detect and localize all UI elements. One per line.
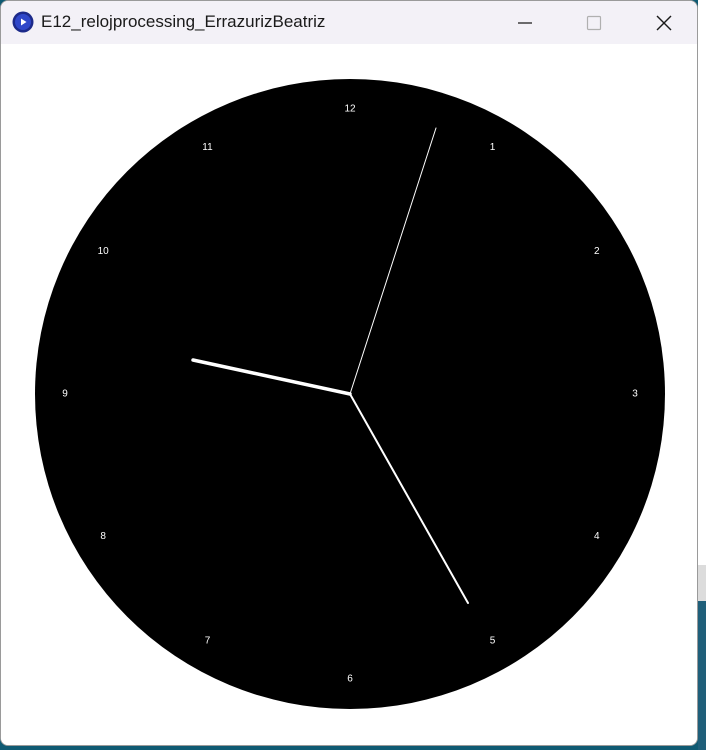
clock-number: 10 xyxy=(98,246,110,257)
close-icon xyxy=(656,15,672,30)
analog-clock: 121234567891011 xyxy=(35,79,665,709)
app-window: E12_relojprocessing_ErrazurizBeatriz 12 1… xyxy=(0,0,698,746)
clock-number: 2 xyxy=(594,246,600,257)
clock-number: 12 xyxy=(344,104,356,115)
processing-app-icon xyxy=(12,11,34,33)
minimize-button[interactable] xyxy=(490,1,560,44)
title-bar[interactable]: E12_relojprocessing_ErrazurizBeatriz xyxy=(1,1,697,44)
sketch-canvas[interactable]: 12 1 2 3 4 5 6 7 8 9 10 11 xyxy=(1,44,697,745)
window-title: E12_relojprocessing_ErrazurizBeatriz xyxy=(41,12,326,31)
clock-number: 6 xyxy=(347,674,353,685)
clock-number: 5 xyxy=(490,635,496,646)
clock-number: 4 xyxy=(594,531,600,542)
desktop-background xyxy=(698,601,706,750)
maximize-icon xyxy=(586,15,602,30)
clock-number: 9 xyxy=(62,389,68,400)
clock-number: 1 xyxy=(490,142,496,153)
clock-number: 7 xyxy=(205,635,211,646)
maximize-button[interactable] xyxy=(559,1,629,44)
desktop-background xyxy=(698,565,706,601)
clock-number: 3 xyxy=(632,389,638,400)
clock-number: 8 xyxy=(100,531,106,542)
close-button[interactable] xyxy=(629,1,697,44)
desktop-background xyxy=(698,0,706,565)
minimize-icon xyxy=(518,21,532,24)
clock-number: 11 xyxy=(202,142,213,153)
